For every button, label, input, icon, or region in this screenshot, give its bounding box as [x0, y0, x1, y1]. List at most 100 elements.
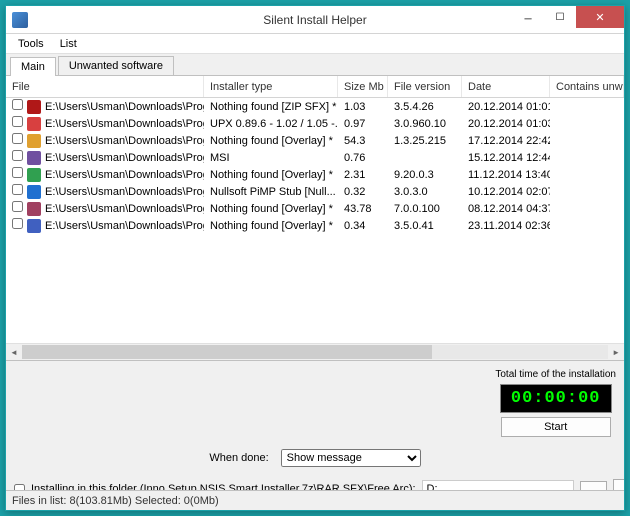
timer-display: 00:00:00	[500, 384, 612, 413]
timer-label: Total time of the installation	[495, 369, 616, 380]
folder-path-input[interactable]	[422, 480, 574, 490]
file-version: 3.0.3.0	[388, 186, 462, 198]
installer-type: Nothing found [Overlay] *	[204, 203, 338, 215]
file-version: 3.5.4.26	[388, 101, 462, 113]
file-path: E:\Users\Usman\Downloads\Progra...	[45, 135, 204, 147]
file-icon	[27, 202, 41, 216]
close-button[interactable]	[576, 6, 624, 28]
file-version: 9.20.0.3	[388, 169, 462, 181]
file-path: E:\Users\Usman\Downloads\Progra...	[45, 203, 204, 215]
table-row[interactable]: E:\Users\Usman\Downloads\Progra...Nullso…	[6, 183, 624, 200]
file-size: 0.32	[338, 186, 388, 198]
row-checkbox[interactable]	[12, 133, 23, 144]
file-size: 2.31	[338, 169, 388, 181]
file-size: 0.97	[338, 118, 388, 130]
table-row[interactable]: E:\Users\Usman\Downloads\Progra...UPX 0.…	[6, 115, 624, 132]
file-icon	[27, 151, 41, 165]
titlebar[interactable]: Silent Install Helper	[6, 6, 624, 34]
when-done-label: When done:	[209, 452, 268, 464]
file-version: 3.5.0.41	[388, 220, 462, 232]
file-version: 7.0.0.100	[388, 203, 462, 215]
table-row[interactable]: E:\Users\Usman\Downloads\Progra...Nothin…	[6, 132, 624, 149]
installer-type: Nothing found [Overlay] *	[204, 135, 338, 147]
file-icon	[27, 134, 41, 148]
file-date: 10.12.2014 02:07	[462, 186, 550, 198]
column-contains[interactable]: Contains unwanted s	[550, 76, 624, 97]
column-type[interactable]: Installer type	[204, 76, 338, 97]
row-checkbox[interactable]	[12, 150, 23, 161]
file-date: 08.12.2014 04:37	[462, 203, 550, 215]
content-area: File Installer type Size Mb File version…	[6, 76, 624, 490]
installer-type: Nothing found [Overlay] *	[204, 169, 338, 181]
row-checkbox[interactable]	[12, 99, 23, 110]
scroll-track[interactable]	[22, 345, 608, 359]
menu-list[interactable]: List	[52, 36, 85, 52]
file-size: 0.76	[338, 152, 388, 164]
horizontal-scrollbar[interactable]	[6, 343, 624, 360]
folder-row: Installing in this folder (Inno Setup,NS…	[14, 479, 616, 490]
app-icon	[12, 12, 28, 28]
file-path: E:\Users\Usman\Downloads\Progra...	[45, 152, 204, 164]
file-date: 20.12.2014 01:01	[462, 101, 550, 113]
maximize-button[interactable]	[544, 6, 576, 28]
row-checkbox[interactable]	[12, 201, 23, 212]
installer-type: Nothing found [Overlay] *	[204, 220, 338, 232]
file-icon	[27, 117, 41, 131]
bottom-panel: Total time of the installation 00:00:00 …	[6, 360, 624, 490]
open-button[interactable]: Open	[613, 479, 624, 490]
row-checkbox[interactable]	[12, 116, 23, 127]
table-row[interactable]: E:\Users\Usman\Downloads\Progra...Nothin…	[6, 217, 624, 234]
menubar: Tools List	[6, 34, 624, 54]
file-path: E:\Users\Usman\Downloads\Progra...	[45, 169, 204, 181]
folder-label: Installing in this folder (Inno Setup,NS…	[31, 483, 416, 490]
column-date[interactable]: Date	[462, 76, 550, 97]
installer-type: Nothing found [ZIP SFX] *	[204, 101, 338, 113]
when-done-row: When done: Show message	[14, 449, 616, 467]
file-date: 11.12.2014 13:40	[462, 169, 550, 181]
table-header: File Installer type Size Mb File version…	[6, 76, 624, 98]
file-size: 1.03	[338, 101, 388, 113]
minimize-button[interactable]	[512, 6, 544, 28]
timer-section: Total time of the installation 00:00:00 …	[495, 369, 616, 437]
file-icon	[27, 100, 41, 114]
when-done-select[interactable]: Show message	[281, 449, 421, 467]
column-file[interactable]: File	[6, 76, 204, 97]
statusbar: Files in list: 8(103.81Mb) Selected: 0(0…	[6, 490, 624, 510]
file-date: 20.12.2014 01:03	[462, 118, 550, 130]
table-row[interactable]: E:\Users\Usman\Downloads\Progra...MSI0.7…	[6, 149, 624, 166]
file-size: 54.3	[338, 135, 388, 147]
file-version: 3.0.960.10	[388, 118, 462, 130]
row-checkbox[interactable]	[12, 167, 23, 178]
column-version[interactable]: File version	[388, 76, 462, 97]
row-checkbox[interactable]	[12, 184, 23, 195]
file-path: E:\Users\Usman\Downloads\Progra...	[45, 118, 204, 130]
file-path: E:\Users\Usman\Downloads\Progra...	[45, 101, 204, 113]
row-checkbox[interactable]	[12, 218, 23, 229]
browse-button[interactable]: ...	[580, 481, 607, 490]
installer-type: MSI	[204, 152, 338, 164]
table-body: E:\Users\Usman\Downloads\Progra...Nothin…	[6, 98, 624, 234]
window-title: Silent Install Helper	[263, 13, 366, 27]
file-date: 23.11.2014 02:36	[462, 220, 550, 232]
table-row[interactable]: E:\Users\Usman\Downloads\Progra...Nothin…	[6, 98, 624, 115]
column-size[interactable]: Size Mb	[338, 76, 388, 97]
tabbar: Main Unwanted software	[6, 54, 624, 76]
file-date: 17.12.2014 22:42	[462, 135, 550, 147]
file-icon	[27, 219, 41, 233]
file-date: 15.12.2014 12:44	[462, 152, 550, 164]
start-button[interactable]: Start	[501, 417, 611, 437]
main-window: Silent Install Helper Tools List Main Un…	[5, 5, 625, 511]
table-row[interactable]: E:\Users\Usman\Downloads\Progra...Nothin…	[6, 166, 624, 183]
table-row[interactable]: E:\Users\Usman\Downloads\Progra...Nothin…	[6, 200, 624, 217]
scroll-thumb[interactable]	[22, 345, 432, 359]
menu-tools[interactable]: Tools	[10, 36, 52, 52]
file-version: 1.3.25.215	[388, 135, 462, 147]
file-path: E:\Users\Usman\Downloads\Progra...	[45, 220, 204, 232]
file-icon	[27, 168, 41, 182]
installer-type: Nullsoft PiMP Stub [Null...	[204, 186, 338, 198]
window-controls	[512, 6, 624, 33]
tab-unwanted[interactable]: Unwanted software	[58, 56, 174, 75]
status-text: Files in list: 8(103.81Mb) Selected: 0(0…	[12, 495, 219, 507]
tab-main[interactable]: Main	[10, 57, 56, 76]
installer-type: UPX 0.89.6 - 1.02 / 1.05 -...	[204, 118, 338, 130]
